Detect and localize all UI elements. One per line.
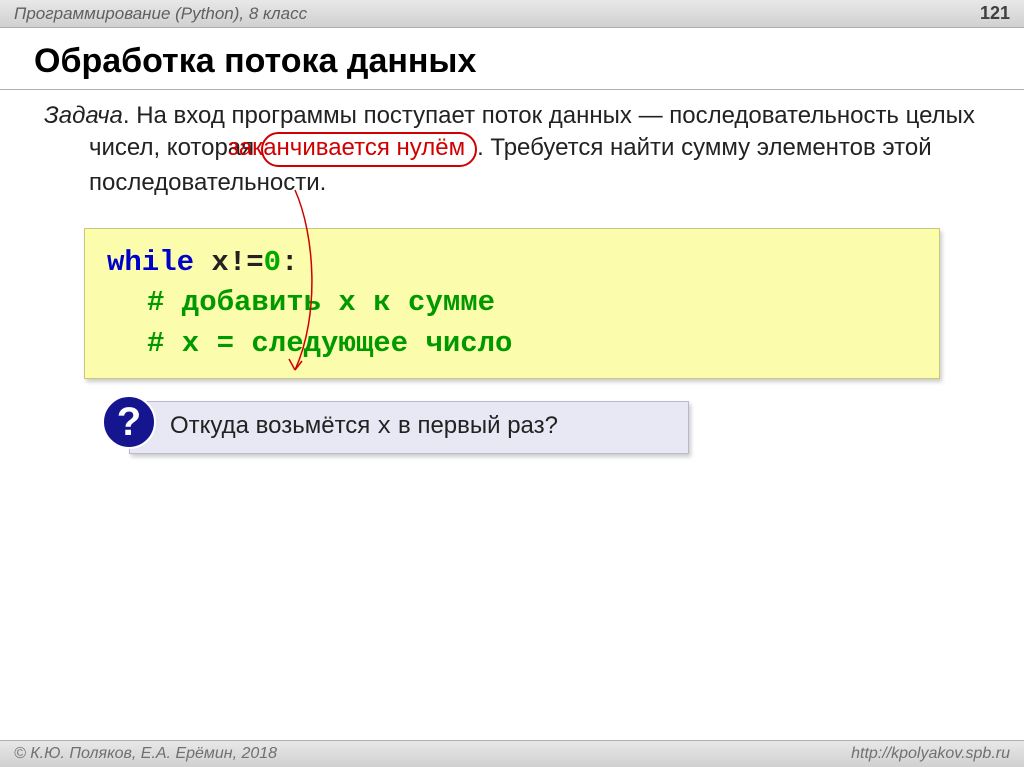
question-icon: ? [102,395,156,449]
footer-bar: © К.Ю. Поляков, Е.А. Ерёмин, 2018 http:/… [0,740,1024,767]
footer-copyright: © К.Ю. Поляков, Е.А. Ерёмин, 2018 [14,745,277,763]
task-text: Задача. На вход программы поступает пото… [44,100,980,200]
code-condition: x!= [194,246,264,279]
slide-title: Обработка потока данных [0,28,1024,90]
code-zero: 0 [264,246,281,279]
code-line-2: # добавить x к сумме [107,283,917,324]
code-colon: : [281,246,298,279]
question-after: в первый раз? [391,412,558,439]
highlighted-condition: заканчивается нулём [261,132,477,167]
page-number: 121 [980,3,1010,24]
content-area: Задача. На вход программы поступает пото… [0,90,1024,464]
footer-url: http://kpolyakov.spb.ru [851,745,1010,763]
question-before: Откуда возьмётся [170,412,377,439]
question-var: x [377,414,391,441]
keyword-while: while [107,246,194,279]
question-row: ? Откуда возьмётся x в первый раз? [129,401,940,453]
code-line-1: while x!=0: [107,243,917,284]
code-line-3: # x = следующее число [107,324,917,365]
code-block: while x!=0: # добавить x к сумме # x = с… [84,228,940,380]
task-label: Задача [44,102,123,129]
question-box: Откуда возьмётся x в первый раз? [129,401,689,453]
header-bar: Программирование (Python), 8 класс 121 [0,0,1024,28]
course-title: Программирование (Python), 8 класс [14,4,307,24]
